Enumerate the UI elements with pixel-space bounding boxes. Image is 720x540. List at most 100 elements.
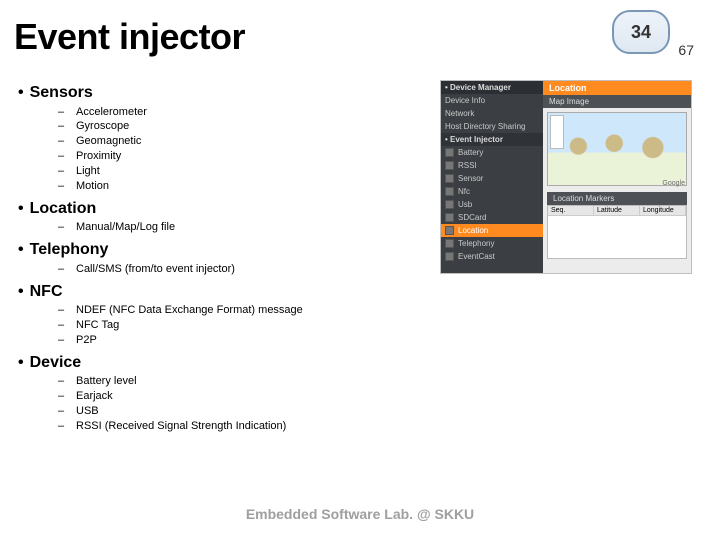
bullet-level1: •NFC — [18, 281, 438, 303]
page-number-badge: 34 — [612, 10, 670, 54]
markers-table-body — [548, 216, 686, 258]
tree-item-icon — [445, 174, 454, 183]
tree-item-label: Sensor — [458, 174, 483, 183]
tree-item-icon — [445, 161, 454, 170]
sub-bullet-text: Motion — [76, 179, 109, 194]
page-title: Event injector — [14, 16, 245, 58]
sub-bullet-text: NDEF (NFC Data Exchange Format) message — [76, 303, 303, 318]
shot-left-subheader: • Event Injector — [441, 133, 543, 146]
sub-bullet: –Proximity — [58, 149, 438, 164]
tree-item: Device Info — [441, 94, 543, 107]
tree-item: Location — [441, 224, 543, 237]
tree-item-label: Usb — [458, 200, 472, 209]
shot-panel-label: Map Image — [543, 95, 691, 108]
tree-item-icon — [445, 200, 454, 209]
sub-bullet-group: –Call/SMS (from/to event injector) — [58, 262, 438, 277]
sub-bullet-group: –NDEF (NFC Data Exchange Format) message… — [58, 303, 438, 348]
sub-bullet-text: NFC Tag — [76, 318, 119, 333]
sub-bullet: –NDEF (NFC Data Exchange Format) message — [58, 303, 438, 318]
tree-item: RSSI — [441, 159, 543, 172]
sub-bullet: –Call/SMS (from/to event injector) — [58, 262, 438, 277]
sub-bullet-text: Manual/Map/Log file — [76, 220, 175, 235]
col-seq: Seq. — [548, 206, 594, 215]
sub-bullet-group: –Battery level–Earjack–USB–RSSI (Receive… — [58, 374, 438, 433]
sub-bullet-text: RSSI (Received Signal Strength Indicatio… — [76, 419, 286, 434]
sub-bullet-text: P2P — [76, 333, 97, 348]
bullet-dot-icon: • — [18, 239, 24, 261]
tree-item-label: Battery — [458, 148, 483, 157]
tree-item: Sensor — [441, 172, 543, 185]
sub-bullet: –Gyroscope — [58, 119, 438, 134]
tree-item: Nfc — [441, 185, 543, 198]
tree-item-label: Nfc — [458, 187, 470, 196]
dash-icon: – — [58, 333, 66, 348]
tree-item-label: SDCard — [458, 213, 486, 222]
bullet-label: Device — [30, 352, 82, 374]
tree-item-label: RSSI — [458, 161, 477, 170]
tree-item: Battery — [441, 146, 543, 159]
sub-bullet: –USB — [58, 404, 438, 419]
bullet-dot-icon: • — [18, 281, 24, 303]
dash-icon: – — [58, 149, 66, 164]
shot-right-title: Location — [543, 81, 691, 95]
map-provider-logo: Google — [662, 180, 685, 187]
markers-table-header: Seq. Latitude Longitude — [548, 206, 686, 216]
dash-icon: – — [58, 318, 66, 333]
tree-item-icon — [445, 239, 454, 248]
markers-section-title: Location Markers — [547, 192, 687, 205]
tree-item: SDCard — [441, 211, 543, 224]
tree-item-label: Location — [458, 226, 488, 235]
sub-bullet: –Battery level — [58, 374, 438, 389]
dash-icon: – — [58, 389, 66, 404]
sub-bullet: –NFC Tag — [58, 318, 438, 333]
bullet-level1: • Location — [18, 198, 438, 220]
tree-item-label: EventCast — [458, 252, 495, 261]
sub-bullet: –P2P — [58, 333, 438, 348]
sub-bullet-group: –Accelerometer–Gyroscope–Geomagnetic–Pro… — [58, 105, 438, 194]
bullet-label: Sensors — [30, 82, 93, 104]
bullet-label: Telephony — [30, 239, 109, 261]
map-image — [547, 112, 687, 186]
screenshot-event-injector: • Device Manager Device InfoNetworkHost … — [440, 80, 692, 274]
dash-icon: – — [58, 262, 66, 277]
bullet-list: •Sensors–Accelerometer–Gyroscope–Geomagn… — [18, 78, 438, 436]
shot-left-header: • Device Manager — [441, 81, 543, 94]
sub-bullet-text: Battery level — [76, 374, 137, 389]
tree-item-icon — [445, 213, 454, 222]
map-zoom-control — [550, 115, 564, 149]
dash-icon: – — [58, 220, 66, 235]
shot-right-panel: Location Map Image Google Location Marke… — [543, 81, 691, 273]
page-subnumber: 67 — [678, 42, 694, 58]
bullet-label: Location — [30, 198, 97, 220]
sub-bullet-text: Accelerometer — [76, 105, 147, 120]
dash-icon: – — [58, 134, 66, 149]
dash-icon: – — [58, 303, 66, 318]
page-number: 34 — [631, 22, 651, 43]
tree-item-icon — [445, 187, 454, 196]
col-lon: Longitude — [640, 206, 686, 215]
bullet-dot-icon: • — [18, 352, 24, 374]
bullet-level1: • Telephony — [18, 239, 438, 261]
dash-icon: – — [58, 164, 66, 179]
bullet-level1: • Device — [18, 352, 438, 374]
footer-text: Embedded Software Lab. @ SKKU — [0, 506, 720, 522]
dash-icon: – — [58, 179, 66, 194]
sub-bullet: –Earjack — [58, 389, 438, 404]
tree-item: Host Directory Sharing — [441, 120, 543, 133]
sub-bullet-group: –Manual/Map/Log file — [58, 220, 438, 235]
bullet-dot-icon: • — [18, 198, 24, 220]
tree-item: EventCast — [441, 250, 543, 263]
dash-icon: – — [58, 119, 66, 134]
bullet-level1: • Sensors — [18, 82, 438, 104]
bullet-dot-icon: • — [18, 82, 24, 104]
sub-bullet-text: Proximity — [76, 149, 121, 164]
sub-bullet-text: Gyroscope — [76, 119, 129, 134]
sub-bullet: –Manual/Map/Log file — [58, 220, 438, 235]
dash-icon: – — [58, 374, 66, 389]
sub-bullet-text: Geomagnetic — [76, 134, 141, 149]
dash-icon: – — [58, 404, 66, 419]
sub-bullet: –Motion — [58, 179, 438, 194]
tree-item: Network — [441, 107, 543, 120]
sub-bullet-text: Earjack — [76, 389, 113, 404]
markers-table: Seq. Latitude Longitude — [547, 205, 687, 259]
